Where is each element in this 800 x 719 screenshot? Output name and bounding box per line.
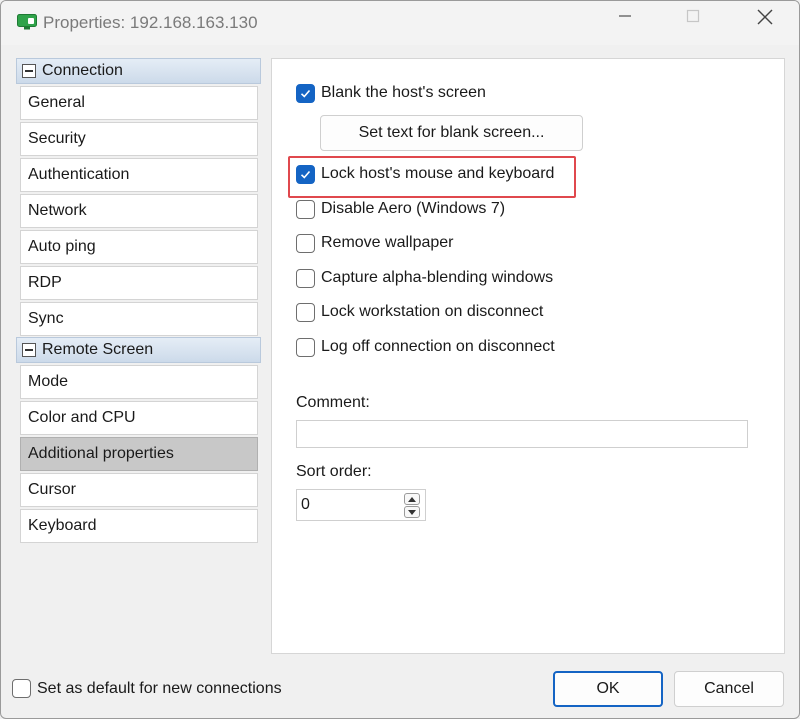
sort-order-label: Sort order: — [296, 463, 372, 480]
tree-item-mode[interactable]: Mode — [20, 365, 258, 399]
maximize-button[interactable] — [673, 9, 713, 37]
checkbox-unchecked-icon[interactable] — [12, 679, 31, 698]
minimize-icon — [619, 15, 631, 17]
cancel-button[interactable]: Cancel — [674, 671, 784, 707]
tree-item-keyboard[interactable]: Keyboard — [20, 509, 258, 543]
set-default-label: Set as default for new connections — [37, 679, 282, 697]
disable-aero-label: Disable Aero (Windows 7) — [321, 200, 506, 217]
tree-item-cursor[interactable]: Cursor — [20, 473, 258, 507]
group-connection-label: Connection — [42, 62, 123, 79]
group-remote-screen-label: Remote Screen — [42, 341, 154, 358]
remove-wallpaper-label: Remove wallpaper — [321, 234, 454, 251]
lock-workstation-checkbox[interactable]: Lock workstation on disconnect — [296, 301, 543, 323]
maximize-icon — [686, 9, 700, 23]
log-off-checkbox[interactable]: Log off connection on disconnect — [296, 336, 555, 358]
comment-input[interactable] — [296, 420, 748, 448]
collapse-icon[interactable] — [22, 343, 36, 357]
additional-properties-panel: Blank the host's screen Set text for bla… — [271, 58, 785, 654]
tree-item-additional-properties[interactable]: Additional properties — [20, 437, 258, 471]
disable-aero-checkbox[interactable]: Disable Aero (Windows 7) — [296, 198, 505, 220]
collapse-icon[interactable] — [22, 64, 36, 78]
checkbox-unchecked-icon[interactable] — [296, 337, 315, 357]
tree-item-authentication[interactable]: Authentication — [20, 158, 258, 192]
close-icon — [757, 9, 773, 25]
lock-mouse-keyboard-checkbox[interactable]: Lock host's mouse and keyboard — [296, 163, 554, 185]
tree-item-sync[interactable]: Sync — [20, 302, 258, 336]
set-blank-text-button[interactable]: Set text for blank screen... — [320, 115, 583, 151]
title-bar: Properties: 192.168.163.130 — [1, 1, 799, 45]
lock-mouse-keyboard-label: Lock host's mouse and keyboard — [321, 165, 555, 182]
checkbox-unchecked-icon[interactable] — [296, 199, 315, 219]
checkbox-checked-icon[interactable] — [296, 164, 315, 184]
monitor-icon — [17, 14, 37, 30]
tree-item-security[interactable]: Security — [20, 122, 258, 156]
ok-button[interactable]: OK — [553, 671, 663, 707]
tree-item-network[interactable]: Network — [20, 194, 258, 228]
checkbox-unchecked-icon[interactable] — [296, 302, 315, 322]
lock-workstation-label: Lock workstation on disconnect — [321, 303, 544, 320]
spin-up-button[interactable] — [404, 493, 420, 505]
tree-item-rdp[interactable]: RDP — [20, 266, 258, 300]
properties-dialog: Properties: 192.168.163.130 Connection G… — [0, 0, 800, 719]
checkbox-unchecked-icon[interactable] — [296, 233, 315, 253]
set-default-checkbox[interactable]: Set as default for new connections — [12, 679, 282, 698]
blank-screen-checkbox[interactable]: Blank the host's screen — [296, 82, 486, 104]
log-off-label: Log off connection on disconnect — [321, 338, 555, 355]
checkbox-checked-icon[interactable] — [296, 83, 315, 103]
blank-screen-label: Blank the host's screen — [321, 84, 486, 101]
spin-down-button[interactable] — [404, 506, 420, 518]
checkbox-unchecked-icon[interactable] — [296, 268, 315, 288]
window-title: Properties: 192.168.163.130 — [43, 13, 258, 32]
comment-label: Comment: — [296, 394, 370, 411]
capture-alpha-label: Capture alpha-blending windows — [321, 269, 554, 286]
capture-alpha-checkbox[interactable]: Capture alpha-blending windows — [296, 267, 553, 289]
group-connection[interactable]: Connection — [16, 58, 261, 84]
sort-order-stepper[interactable]: 0 — [296, 489, 426, 521]
remove-wallpaper-checkbox[interactable]: Remove wallpaper — [296, 232, 454, 254]
chevron-up-icon — [408, 497, 416, 502]
tree-item-general[interactable]: General — [20, 86, 258, 120]
close-button[interactable] — [745, 9, 785, 37]
tree-item-auto-ping[interactable]: Auto ping — [20, 230, 258, 264]
minimize-button[interactable] — [605, 9, 645, 37]
group-remote-screen[interactable]: Remote Screen — [16, 337, 261, 363]
sort-order-value[interactable]: 0 — [301, 496, 310, 514]
tree-item-color-and-cpu[interactable]: Color and CPU — [20, 401, 258, 435]
chevron-down-icon — [408, 510, 416, 515]
